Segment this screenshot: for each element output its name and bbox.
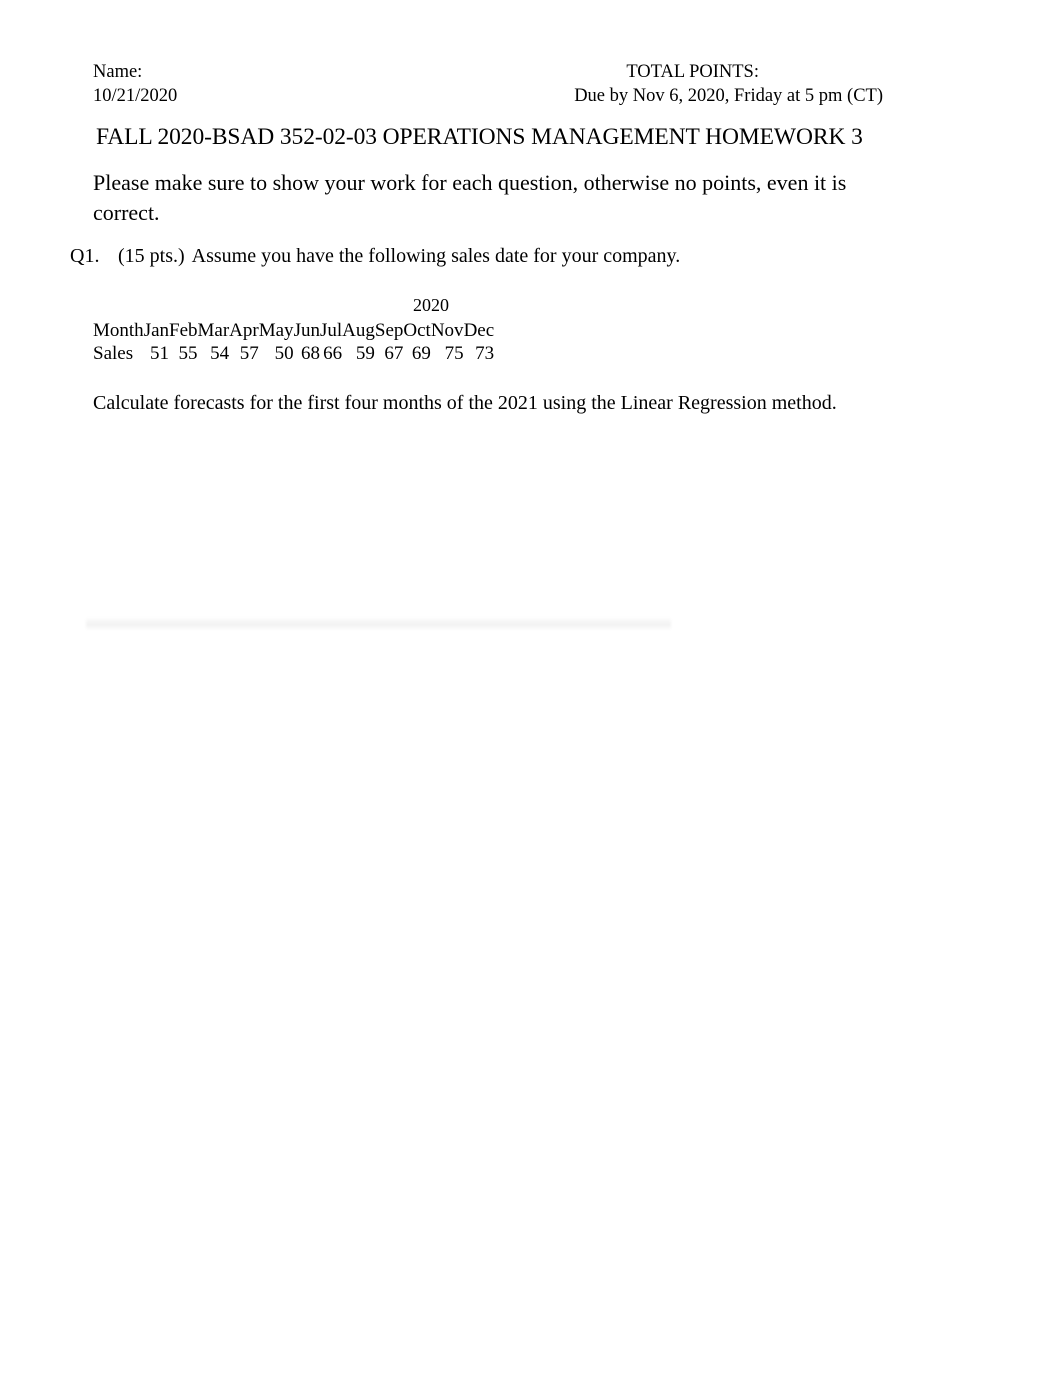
table-grid: Month Jan Feb Mar Apr May Jun Jul Aug Se… — [93, 319, 494, 365]
sales-cell-dec: 73 — [475, 343, 495, 364]
sales-cell-jul: 66 — [323, 343, 343, 364]
sales-cell-sep: 67 — [384, 343, 404, 364]
sales-cell-jan: 51 — [150, 343, 170, 364]
question-closing-text: Calculate forecasts for the first four m… — [93, 392, 837, 414]
table-row-sales: Sales 51 55 54 57 50 68 66 59 67 69 75 7… — [93, 342, 494, 365]
total-points-label: TOTAL POINTS: — [626, 62, 759, 82]
question-number: Q1. — [70, 245, 100, 267]
month-cell-nov: Nov — [430, 320, 464, 341]
table-year-label: 2020 — [413, 295, 449, 315]
month-cell-may: May — [258, 320, 294, 341]
question-points: (15 pts.) — [118, 245, 185, 267]
month-cell-sep: Sep — [374, 320, 404, 341]
sales-cell-feb: 55 — [178, 343, 198, 364]
table-row-months: Month Jan Feb Mar Apr May Jun Jul Aug Se… — [93, 319, 494, 342]
month-cell-jan: Jan — [143, 320, 170, 341]
question-text: Assume you have the following sales date… — [191, 245, 681, 267]
month-cell-mar: Mar — [197, 320, 230, 341]
month-cell-oct: Oct — [403, 320, 431, 341]
page-title: FALL 2020-BSAD 352-02-03 OPERATIONS MANA… — [96, 124, 863, 150]
month-cell-aug: Aug — [342, 320, 375, 341]
header-row-2: 10/21/2020 Due by Nov 6, 2020, Friday at… — [93, 84, 883, 108]
document-date: 10/21/2020 — [93, 86, 178, 106]
row-label-month: Month — [93, 320, 144, 341]
instructions-paragraph: Please make sure to show your work for e… — [93, 170, 847, 225]
question-line: Q1. (15 pts.) Assume you have the followin… — [70, 243, 680, 269]
month-cell-dec: Dec — [463, 320, 495, 341]
sales-cell-aug: 59 — [355, 343, 375, 364]
document-page: Name: TOTAL POINTS: 10/21/2020 Due by No… — [0, 0, 1062, 1377]
month-cell-feb: Feb — [169, 320, 198, 341]
sales-cell-jun: 68 — [300, 343, 320, 364]
due-date-text: Due by Nov 6, 2020, Friday at 5 pm (CT) — [574, 86, 883, 106]
month-cell-jul: Jul — [319, 320, 343, 341]
sales-cell-mar: 54 — [210, 343, 230, 364]
sales-cell-oct: 69 — [411, 343, 431, 364]
document-header: Name: TOTAL POINTS: 10/21/2020 Due by No… — [93, 60, 883, 108]
row-label-sales: Sales — [93, 343, 134, 364]
sales-cell-apr: 57 — [239, 343, 259, 364]
name-label: Name: — [93, 62, 143, 82]
sales-cell-nov: 75 — [444, 343, 464, 364]
header-row-1: Name: TOTAL POINTS: — [93, 60, 883, 84]
sales-cell-may: 50 — [274, 343, 294, 364]
month-cell-jun: Jun — [293, 320, 320, 341]
month-cell-apr: Apr — [229, 320, 259, 341]
page-shadow-artifact — [86, 617, 671, 631]
